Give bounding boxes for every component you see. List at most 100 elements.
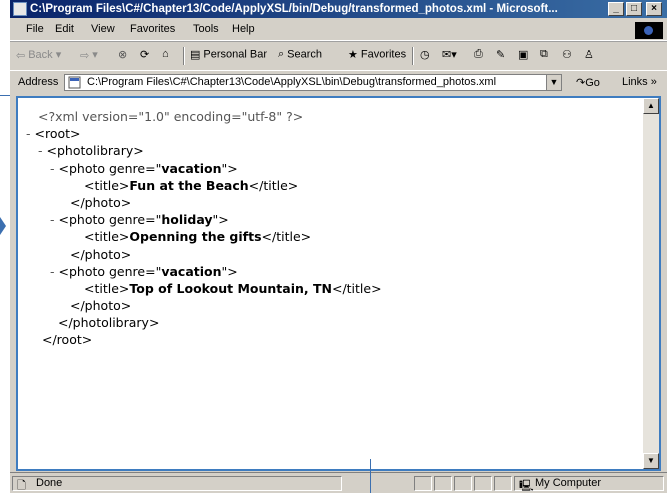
search-label: Search: [287, 48, 323, 61]
menu-edit[interactable]: Edit: [55, 23, 74, 35]
collapse-toggle[interactable]: -: [50, 212, 55, 227]
status-cell: [494, 476, 512, 491]
print-icon: ⎙: [474, 48, 483, 60]
mail-button[interactable]: ✉▾: [442, 48, 460, 61]
xml-photo-open: - <photo genre="vacation">: [50, 263, 238, 279]
standard-toolbar: ⇦ Back ▾ ⇨ ▾ ⊗ ⟳ ⌂ ▤ Personal Bar ⌕ Search ★…: [10, 41, 667, 70]
genre-value: vacation: [161, 160, 222, 176]
status-cell: [454, 476, 472, 491]
xml-photolibrary-open: - <photolibrary>: [38, 143, 144, 159]
title-text: Openning the gifts: [129, 229, 262, 245]
personal-bar-label: Personal Bar: [203, 48, 267, 61]
favorites-button[interactable]: ★ Favorites: [348, 48, 406, 61]
xml-photo-open: - <photo genre="holiday">: [50, 212, 229, 228]
close-button[interactable]: ×: [646, 2, 662, 16]
go-label: Go: [585, 77, 600, 89]
status-cell: [434, 476, 452, 491]
stop-icon: ⊗: [118, 49, 128, 61]
address-bar: Address C:\Program Files\C#\Chapter13\Co…: [10, 70, 667, 95]
refresh-button[interactable]: ⟳: [140, 48, 152, 61]
menu-favorites[interactable]: Favorites: [130, 23, 175, 35]
discuss-button[interactable]: ▣: [518, 48, 531, 61]
title-text: Top of Lookout Mountain, TN: [129, 280, 332, 296]
status-text: Done: [36, 477, 63, 489]
back-button[interactable]: ⇦ Back ▾: [16, 48, 61, 62]
menu-file[interactable]: File: [26, 23, 44, 35]
address-input[interactable]: C:\Program Files\C#\Chapter13\Code\Apply…: [64, 74, 562, 91]
search-icon: ⌕: [278, 48, 285, 60]
forward-button[interactable]: ⇨ ▾: [80, 48, 98, 62]
zone-text: My Computer: [535, 477, 602, 489]
back-label: Back: [28, 49, 53, 61]
ie-app-icon[interactable]: [13, 2, 27, 16]
address-dropdown-button[interactable]: ▼: [546, 75, 561, 90]
xml-declaration: <?xml version="1.0" encoding="utf-8" ?>: [38, 109, 304, 124]
toolbar-separator: [412, 47, 414, 65]
collapse-toggle[interactable]: -: [38, 143, 43, 158]
genre-value: vacation: [161, 263, 222, 279]
xml-photo-open: - <photo genre="vacation">: [50, 160, 238, 176]
messenger-button[interactable]: ⚇: [562, 48, 575, 61]
vertical-scrollbar[interactable]: ▲ ▼: [643, 98, 659, 469]
xml-root-open: - <root>: [26, 126, 81, 142]
user-button[interactable]: ♙: [584, 48, 597, 61]
collapse-toggle[interactable]: -: [50, 264, 55, 279]
edit-icon: ✎: [496, 49, 506, 61]
scroll-up-button[interactable]: ▲: [643, 98, 659, 114]
xml-page-icon: [68, 76, 81, 89]
address-label: Address: [18, 76, 59, 88]
home-button[interactable]: ⌂: [162, 48, 172, 60]
menu-view[interactable]: View: [91, 23, 115, 35]
minimize-button[interactable]: _: [608, 2, 624, 16]
xml-title: <title>Fun at the Beach</title>: [84, 177, 299, 193]
xml-photo-close: </photo>: [70, 194, 132, 210]
scroll-down-button[interactable]: ▼: [643, 453, 659, 469]
menu-tools[interactable]: Tools: [193, 23, 219, 35]
user-icon: ♙: [584, 49, 594, 61]
mail-icon: ✉▾: [442, 49, 457, 61]
browser-window: C:\Program Files\C#/Chapter13/Code/Apply…: [10, 0, 667, 493]
related-button[interactable]: ⧉: [540, 48, 551, 61]
forward-arrow-icon: ⇨: [80, 49, 90, 62]
favorites-icon: ★: [348, 49, 358, 61]
search-button[interactable]: ⌕ Search: [278, 48, 322, 61]
xml-root-close: </root>: [42, 332, 93, 348]
computer-icon: 🖳: [519, 480, 534, 492]
discuss-icon: ▣: [518, 49, 529, 61]
menu-help[interactable]: Help: [232, 23, 255, 35]
status-cell: [414, 476, 432, 491]
go-button[interactable]: ↷Go: [576, 76, 600, 89]
history-button[interactable]: ◷: [420, 48, 433, 61]
history-icon: ◷: [420, 49, 430, 61]
title-bar[interactable]: C:\Program Files\C#/Chapter13/Code/Apply…: [10, 0, 667, 18]
title-text: Fun at the Beach: [129, 177, 249, 193]
links-button[interactable]: Links »: [622, 76, 657, 88]
document-view[interactable]: <?xml version="1.0" encoding="utf-8" ?> …: [16, 96, 661, 471]
genre-value: holiday: [161, 212, 213, 228]
favorites-label: Favorites: [360, 48, 407, 61]
xml-photo-close: </photo>: [70, 298, 132, 314]
personal-bar-button[interactable]: ▤ Personal Bar: [190, 48, 267, 61]
xml-title: <title>Openning the gifts</title>: [84, 229, 312, 245]
refresh-icon: ⟳: [140, 49, 150, 61]
collapse-toggle[interactable]: -: [50, 161, 55, 176]
toolbar-separator: [183, 47, 185, 65]
xml-title: <title>Top of Lookout Mountain, TN</titl…: [84, 280, 382, 296]
address-url: C:\Program Files\C#\Chapter13\Code\Apply…: [87, 76, 497, 88]
collapse-toggle[interactable]: -: [26, 126, 31, 141]
callout-line-bottom: [370, 459, 371, 493]
windows-logo-icon: [635, 22, 663, 39]
stop-button[interactable]: ⊗: [118, 48, 130, 61]
xml-photolibrary-close: </photolibrary>: [58, 315, 160, 331]
print-button[interactable]: ⎙: [474, 48, 486, 61]
status-bar: 🗋 Done 🖳 My Computer: [10, 472, 667, 494]
messenger-icon: ⚇: [562, 49, 572, 61]
status-cell: [474, 476, 492, 491]
maximize-button[interactable]: □: [626, 2, 642, 16]
back-arrow-icon: ⇦: [16, 49, 26, 62]
menu-bar: File Edit View Favorites Tools Help: [10, 20, 667, 41]
related-icon: ⧉: [540, 48, 548, 60]
edit-button[interactable]: ✎: [496, 48, 508, 61]
xml-photo-close: </photo>: [70, 246, 132, 262]
page-done-icon: 🗋: [17, 480, 26, 492]
